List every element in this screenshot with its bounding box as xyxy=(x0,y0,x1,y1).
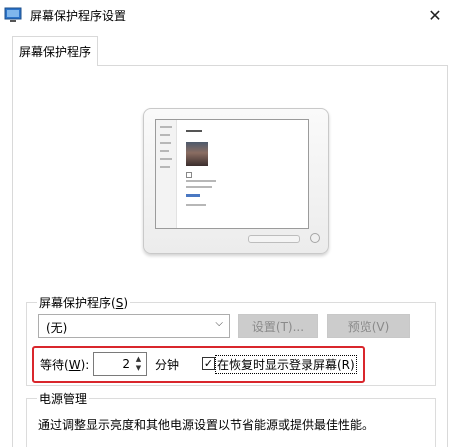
preview-sidebar xyxy=(156,120,177,228)
window-title: 屏幕保护程序设置 xyxy=(30,9,127,23)
monitor-preview xyxy=(143,108,329,254)
preview-line xyxy=(160,142,171,144)
tab-strip: 屏幕保护程序 xyxy=(0,32,455,66)
preview-screen xyxy=(155,119,309,229)
wait-label: 等待(W): xyxy=(40,358,90,372)
preview-line xyxy=(160,158,172,160)
preview-button[interactable]: 预览(V) xyxy=(327,314,410,338)
power-led-icon xyxy=(310,233,320,243)
preview-line xyxy=(160,134,170,136)
wait-minutes-value: 2 xyxy=(122,357,130,371)
screensaver-select[interactable]: (无) ⌵ xyxy=(38,314,230,338)
screensaver-select-value: (无) xyxy=(46,321,68,335)
checkmark-icon: ✓ xyxy=(203,357,214,370)
spin-down-icon[interactable]: ▼ xyxy=(133,364,144,373)
screensaver-settings-window: 屏幕保护程序设置 ✕ 屏幕保护程序 屏幕保护程序(S) (无) ⌵ 设置(T).… xyxy=(0,0,455,447)
preview-line xyxy=(160,166,170,168)
wait-unit-label: 分钟 xyxy=(155,358,180,372)
monitor-slot xyxy=(248,235,300,243)
close-icon: ✕ xyxy=(428,5,442,25)
preview-line xyxy=(160,150,169,152)
spin-up-icon[interactable]: ▲ xyxy=(133,355,144,364)
preview-line xyxy=(186,204,206,206)
preview-toggle xyxy=(186,194,200,197)
resume-checkbox-label[interactable]: 在恢复时显示登录屏幕(R) xyxy=(215,355,357,374)
preview-line xyxy=(186,180,216,182)
preview-line xyxy=(186,186,212,188)
preview-line xyxy=(160,126,172,128)
preview-line xyxy=(186,130,202,132)
close-button[interactable]: ✕ xyxy=(415,0,455,30)
preview-checkbox xyxy=(186,172,192,178)
preview-photo xyxy=(186,142,208,166)
power-description: 通过调整显示亮度和其他电源设置以节省能源或提供最佳性能。 xyxy=(38,418,375,432)
tab-screensaver[interactable]: 屏幕保护程序 xyxy=(12,36,98,66)
power-group-label: 电源管理 xyxy=(37,390,90,407)
wait-minutes-spinner[interactable]: 2 ▲ ▼ xyxy=(93,352,147,376)
title-bar: 屏幕保护程序设置 ✕ xyxy=(0,0,455,32)
preview-button-label: 预览(V) xyxy=(347,319,390,334)
settings-button-label: 设置(T)... xyxy=(251,319,305,334)
resume-checkbox[interactable]: ✓ xyxy=(202,357,215,370)
tab-screensaver-label: 屏幕保护程序 xyxy=(18,45,91,59)
settings-button[interactable]: 设置(T)... xyxy=(238,314,318,338)
chevron-down-icon: ⌵ xyxy=(215,318,223,329)
screensaver-group-label: 屏幕保护程序(S) xyxy=(37,294,130,311)
screensaver-app-icon xyxy=(4,7,22,22)
